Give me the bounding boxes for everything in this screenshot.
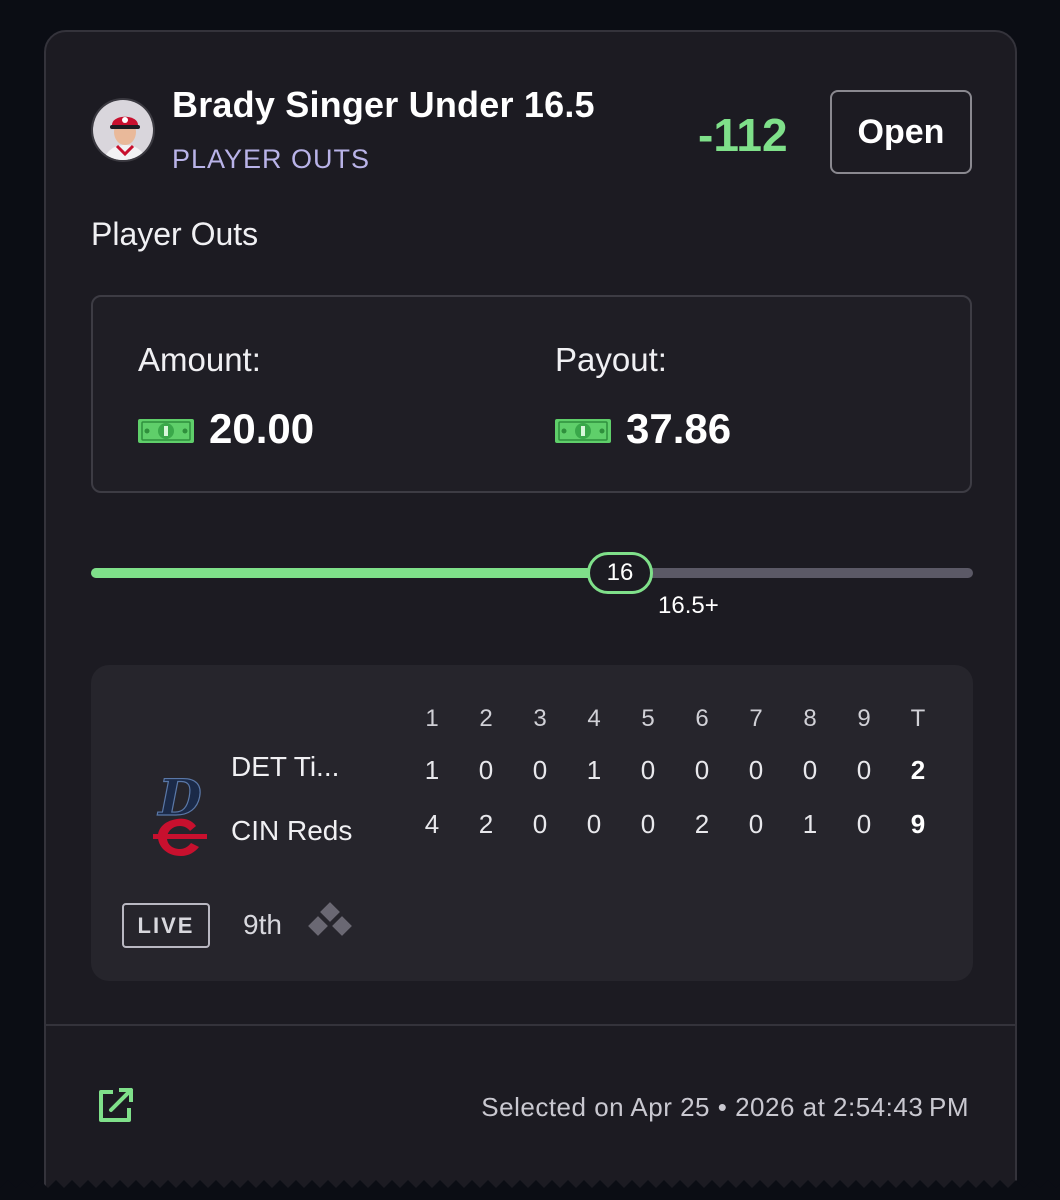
inning-score: 1 bbox=[586, 755, 602, 785]
inning-score: 0 bbox=[856, 755, 872, 785]
payout-value: 37.86 bbox=[626, 405, 732, 452]
reds-c-logo bbox=[153, 818, 207, 856]
inning-header-2: 2 bbox=[479, 705, 493, 732]
open-status-button[interactable]: Open bbox=[830, 90, 972, 174]
inning-score: 0 bbox=[694, 755, 710, 785]
amount-value: 20.00 bbox=[209, 405, 315, 452]
progress-current-value: 16 bbox=[587, 552, 653, 594]
inning-header-4: 4 bbox=[587, 705, 601, 732]
inning-score: 1 bbox=[802, 809, 818, 839]
player-avatar bbox=[91, 98, 155, 162]
bet-card[interactable]: Brady Singer Under 16.5 PLAYER OUTS -112… bbox=[44, 30, 1017, 1200]
team-total-score: 2 bbox=[910, 755, 926, 785]
inning-score: 0 bbox=[478, 755, 494, 785]
selected-timestamp: Selected on Apr 25 • 2026 at 2:54:43 PM bbox=[481, 1092, 969, 1122]
progress-fill bbox=[91, 568, 620, 578]
cash-icon bbox=[555, 419, 611, 443]
team-name-home: CIN Reds bbox=[231, 815, 353, 846]
inning-score: 0 bbox=[748, 809, 764, 839]
inning-header-9: 9 bbox=[857, 705, 871, 732]
odds-value: -112 bbox=[698, 109, 788, 161]
amount-payout-box: Amount: 20.00 Payout: 37.86 bbox=[91, 295, 972, 493]
inning-score: 0 bbox=[748, 755, 764, 785]
inning-score: 0 bbox=[586, 809, 602, 839]
payout-label: Payout: bbox=[555, 341, 667, 378]
bet-type-label: PLAYER OUTS bbox=[172, 144, 371, 174]
inning-header-1: 1 bbox=[425, 705, 439, 732]
external-link-icon[interactable] bbox=[93, 1084, 137, 1128]
footer-divider bbox=[46, 1024, 1015, 1026]
inning-score: 1 bbox=[424, 755, 440, 785]
inning-header-7: 7 bbox=[749, 705, 763, 732]
team-total-score: 9 bbox=[910, 809, 926, 839]
inning-header-5: 5 bbox=[641, 705, 655, 732]
inning-score: 4 bbox=[424, 809, 440, 839]
inning-score: 0 bbox=[640, 755, 656, 785]
inning-score: 2 bbox=[478, 809, 494, 839]
inning-header-8: 8 bbox=[803, 705, 817, 732]
inning-header-t: T bbox=[910, 705, 926, 732]
amount-label: Amount: bbox=[138, 341, 261, 378]
scoreboard: 123456789T D DET Ti... CIN Reds 10010000… bbox=[91, 665, 973, 981]
inning-score: 0 bbox=[640, 809, 656, 839]
inning-header-3: 3 bbox=[533, 705, 547, 732]
inning-score: 0 bbox=[802, 755, 818, 785]
inning-score: 2 bbox=[694, 809, 710, 839]
inning-label: 9th bbox=[243, 909, 282, 940]
market-label: Player Outs bbox=[91, 216, 259, 252]
inning-score: 0 bbox=[856, 809, 872, 839]
live-badge: LIVE bbox=[122, 903, 210, 948]
inning-header-6: 6 bbox=[695, 705, 709, 732]
cash-icon bbox=[138, 419, 194, 443]
inning-score: 0 bbox=[532, 755, 548, 785]
team-name-away: DET Ti... bbox=[231, 751, 340, 782]
bases-diamond-icon bbox=[308, 902, 352, 936]
progress-line-label: 16.5+ bbox=[658, 592, 719, 619]
bet-title: Brady Singer Under 16.5 bbox=[172, 84, 595, 125]
inning-score: 0 bbox=[532, 809, 548, 839]
ticket-edge bbox=[0, 1180, 1060, 1200]
